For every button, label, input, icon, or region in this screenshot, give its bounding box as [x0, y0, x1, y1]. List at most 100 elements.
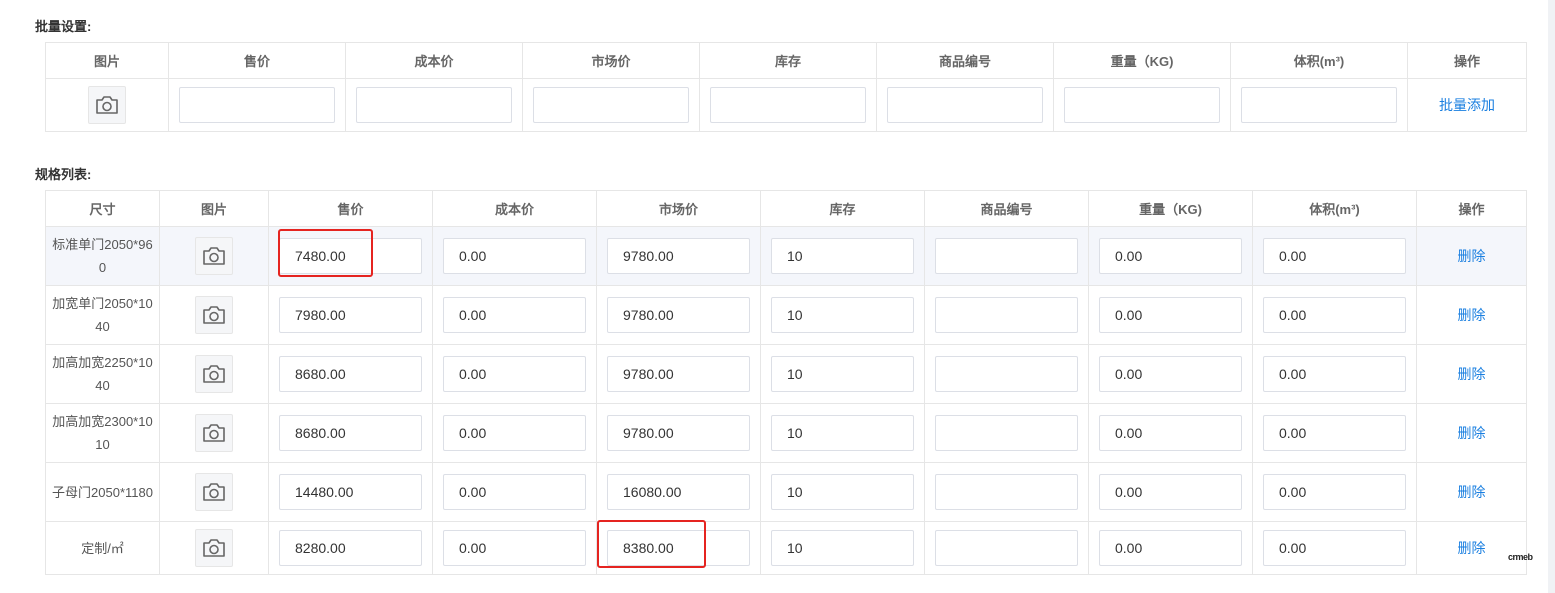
spec-code-input[interactable]: [935, 238, 1078, 274]
batch-header-cell: 售价: [168, 42, 346, 79]
spec-price-input[interactable]: [279, 415, 422, 451]
batch-weight-input[interactable]: [1064, 87, 1220, 123]
spec-cost-input[interactable]: [443, 356, 586, 392]
crmeb-logo: crmeb: [1508, 552, 1533, 562]
spec-code-input[interactable]: [935, 356, 1078, 392]
batch-add-button[interactable]: 批量添加: [1439, 97, 1495, 113]
batch-cost-input[interactable]: [356, 87, 512, 123]
spec-cost-input[interactable]: [443, 530, 586, 566]
spec-code-input[interactable]: [935, 530, 1078, 566]
spec-volume-input[interactable]: [1263, 356, 1406, 392]
batch-code-input[interactable]: [887, 87, 1043, 123]
spec-image-upload[interactable]: [195, 473, 233, 511]
spec-stock-input[interactable]: [771, 297, 914, 333]
spec-header-cell: 售价: [268, 190, 433, 227]
batch-market-input[interactable]: [533, 87, 689, 123]
batch-stock-input[interactable]: [710, 87, 866, 123]
delete-button[interactable]: 删除: [1458, 540, 1486, 556]
batch-header-cell: 市场价: [522, 42, 700, 79]
spec-stock-input[interactable]: [771, 530, 914, 566]
batch-header-cell: 操作: [1407, 42, 1527, 79]
batch-header-cell: 商品编号: [876, 42, 1054, 79]
spec-volume-input[interactable]: [1263, 474, 1406, 510]
batch-image-cell: [45, 78, 169, 132]
spec-code-input[interactable]: [935, 297, 1078, 333]
table-row: 加高加宽2300*1010 删除: [45, 403, 1527, 463]
spec-cost-input[interactable]: [443, 474, 586, 510]
table-row: 标准单门2050*960 删除: [45, 226, 1527, 286]
spec-market-price-input[interactable]: [607, 415, 750, 451]
table-row: 加宽单门2050*1040 删除: [45, 285, 1527, 345]
spec-weight-input[interactable]: [1099, 297, 1242, 333]
spec-code-input[interactable]: [935, 415, 1078, 451]
camera-icon: [203, 247, 225, 265]
spec-weight-input[interactable]: [1099, 530, 1242, 566]
spec-image-upload[interactable]: [195, 414, 233, 452]
spec-stock-input[interactable]: [771, 474, 914, 510]
spec-price-input[interactable]: [279, 474, 422, 510]
camera-icon: [203, 424, 225, 442]
spec-list-title: 规格列表:: [35, 167, 92, 182]
spec-price-input[interactable]: [279, 356, 422, 392]
camera-icon: [203, 365, 225, 383]
spec-header-cell: 成本价: [432, 190, 597, 227]
delete-button[interactable]: 删除: [1458, 248, 1486, 264]
delete-button[interactable]: 删除: [1458, 307, 1486, 323]
spec-cost-input[interactable]: [443, 297, 586, 333]
spec-header-cell: 库存: [760, 190, 925, 227]
spec-image-upload[interactable]: [195, 296, 233, 334]
spec-stock-input[interactable]: [771, 356, 914, 392]
spec-size-label: 子母门2050*1180: [45, 462, 160, 522]
spec-size-label: 加高加宽2250*1040: [45, 344, 160, 404]
spec-weight-input[interactable]: [1099, 415, 1242, 451]
spec-volume-input[interactable]: [1263, 415, 1406, 451]
batch-header-cell: 重量（KG): [1053, 42, 1231, 79]
spec-weight-input[interactable]: [1099, 356, 1242, 392]
spec-cost-input[interactable]: [443, 238, 586, 274]
spec-header-cell: 体积(m³): [1252, 190, 1417, 227]
spec-market-price-input[interactable]: [607, 297, 750, 333]
batch-header-cell: 成本价: [345, 42, 523, 79]
spec-price-input[interactable]: [279, 530, 422, 566]
page-scrollbar-track: [1548, 0, 1555, 593]
batch-image-upload[interactable]: [88, 86, 126, 124]
spec-image-upload[interactable]: [195, 529, 233, 567]
batch-header-cell: 体积(m³): [1230, 42, 1408, 79]
spec-size-label: 加宽单门2050*1040: [45, 285, 160, 345]
delete-button[interactable]: 删除: [1458, 425, 1486, 441]
spec-market-price-input[interactable]: [607, 238, 750, 274]
batch-price-input[interactable]: [179, 87, 335, 123]
spec-header-cell: 市场价: [596, 190, 761, 227]
batch-header-cell: 库存: [699, 42, 877, 79]
spec-header-cell: 操作: [1416, 190, 1527, 227]
batch-volume-input[interactable]: [1241, 87, 1397, 123]
spec-image-upload[interactable]: [195, 237, 233, 275]
spec-code-input[interactable]: [935, 474, 1078, 510]
spec-size-label: 加高加宽2300*1010: [45, 403, 160, 463]
spec-cost-input[interactable]: [443, 415, 586, 451]
camera-icon: [203, 306, 225, 324]
spec-volume-input[interactable]: [1263, 238, 1406, 274]
spec-stock-input[interactable]: [771, 415, 914, 451]
spec-market-price-input[interactable]: [607, 530, 750, 566]
spec-weight-input[interactable]: [1099, 238, 1242, 274]
batch-settings-title: 批量设置:: [35, 19, 92, 34]
spec-market-price-input[interactable]: [607, 356, 750, 392]
spec-stock-input[interactable]: [771, 238, 914, 274]
spec-price-input[interactable]: [279, 238, 422, 274]
spec-size-label: 定制/㎡: [45, 521, 160, 575]
spec-size-label: 标准单门2050*960: [45, 226, 160, 286]
table-row: 加高加宽2250*1040 删除: [45, 344, 1527, 404]
delete-button[interactable]: 删除: [1458, 366, 1486, 382]
spec-volume-input[interactable]: [1263, 297, 1406, 333]
spec-price-input[interactable]: [279, 297, 422, 333]
spec-weight-input[interactable]: [1099, 474, 1242, 510]
camera-icon: [203, 539, 225, 557]
spec-header-cell: 尺寸: [45, 190, 160, 227]
spec-header-cell: 商品编号: [924, 190, 1089, 227]
batch-settings-table: 图片 售价 成本价 市场价 库存 商品编号 重量（KG) 体积(m³) 操作 批量添加: [45, 42, 1527, 132]
spec-market-price-input[interactable]: [607, 474, 750, 510]
spec-image-upload[interactable]: [195, 355, 233, 393]
spec-volume-input[interactable]: [1263, 530, 1406, 566]
delete-button[interactable]: 删除: [1458, 484, 1486, 500]
